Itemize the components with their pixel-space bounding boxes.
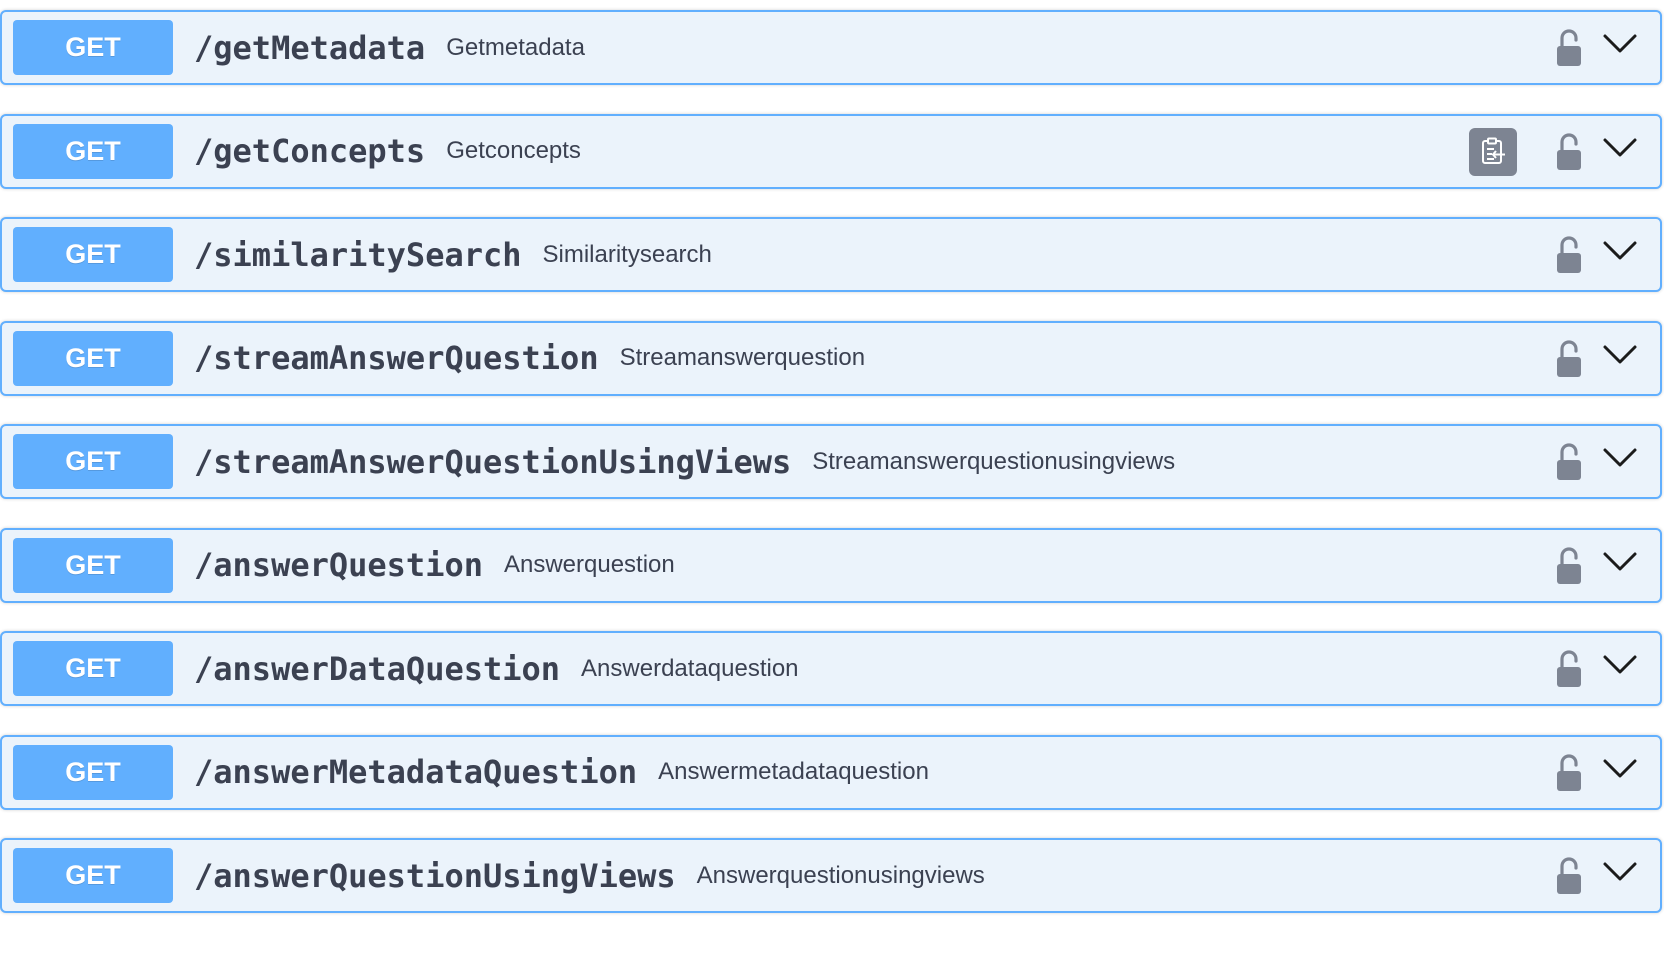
unlocked-padlock-icon[interactable] [1554, 442, 1584, 482]
chevron-down-icon[interactable] [1602, 343, 1638, 367]
method-badge[interactable]: GET [13, 537, 173, 593]
operation-summary: Similaritysearch [542, 240, 712, 268]
unlocked-padlock-icon[interactable] [1554, 546, 1584, 586]
operation-answer-metadata-question[interactable]: GET /answerMetadataQuestion Answermetada… [0, 734, 1662, 810]
chevron-down-icon[interactable] [1602, 446, 1638, 470]
chevron-down-icon[interactable] [1602, 136, 1638, 160]
operation-path[interactable]: /getConcepts [194, 132, 425, 170]
method-badge[interactable]: GET [13, 20, 173, 75]
chevron-down-icon[interactable] [1602, 860, 1638, 884]
operation-path[interactable]: /getMetadata [194, 29, 425, 67]
method-badge[interactable]: GET [13, 848, 173, 903]
method-badge[interactable]: GET [13, 641, 173, 696]
unlocked-padlock-icon[interactable] [1554, 132, 1584, 172]
operation-path[interactable]: /streamAnswerQuestion [194, 339, 599, 377]
operation-get-metadata[interactable]: GET /getMetadata Getmetadata [0, 10, 1662, 85]
operation-similarity-search[interactable]: GET /similaritySearch Similaritysearch [0, 217, 1662, 292]
unlocked-padlock-icon[interactable] [1554, 753, 1584, 793]
operation-path[interactable]: /answerDataQuestion [194, 650, 560, 688]
unlocked-padlock-icon[interactable] [1554, 235, 1584, 275]
unlocked-padlock-icon[interactable] [1554, 339, 1584, 379]
operation-stream-answer-question-using-views[interactable]: GET /streamAnswerQuestionUsingViews Stre… [0, 424, 1662, 499]
operation-answer-question[interactable]: GET /answerQuestion Answerquestion [0, 527, 1662, 603]
clipboard-copy-icon [1482, 137, 1505, 164]
chevron-down-icon[interactable] [1602, 32, 1638, 56]
chevron-down-icon[interactable] [1602, 239, 1638, 263]
operation-path[interactable]: /streamAnswerQuestionUsingViews [194, 443, 791, 481]
operation-summary: Answerdataquestion [581, 654, 799, 682]
operation-summary: Answerquestionusingviews [696, 861, 985, 889]
method-badge[interactable]: GET [13, 123, 173, 179]
method-badge[interactable]: GET [13, 227, 173, 282]
chevron-down-icon[interactable] [1602, 550, 1638, 574]
operation-summary: Answerquestion [503, 551, 675, 578]
method-badge[interactable]: GET [13, 744, 173, 800]
operation-summary: Streamanswerquestionusingviews [812, 447, 1176, 475]
unlocked-padlock-icon[interactable] [1554, 28, 1584, 68]
operation-path[interactable]: /answerQuestion [194, 546, 483, 584]
chevron-down-icon[interactable] [1602, 757, 1638, 781]
chevron-down-icon[interactable] [1602, 653, 1638, 677]
operation-get-concepts[interactable]: GET /getConcepts Getconcepts [0, 113, 1662, 189]
unlocked-padlock-icon[interactable] [1554, 649, 1584, 689]
unlocked-padlock-icon[interactable] [1554, 856, 1584, 896]
operation-answer-question-using-views[interactable]: GET /answerQuestionUsingViews Answerques… [0, 838, 1662, 913]
operation-summary: Streamanswerquestion [619, 344, 866, 371]
operation-stream-answer-question[interactable]: GET /streamAnswerQuestion Streamanswerqu… [0, 320, 1662, 396]
operation-summary: Answermetadataquestion [658, 758, 929, 785]
operation-answer-data-question[interactable]: GET /answerDataQuestion Answerdataquesti… [0, 631, 1662, 706]
copy-to-clipboard-button[interactable] [1469, 127, 1517, 176]
operation-path[interactable]: /answerQuestionUsingViews [194, 857, 676, 895]
method-badge[interactable]: GET [13, 330, 173, 386]
method-badge[interactable]: GET [13, 434, 173, 489]
operation-summary: Getmetadata [446, 33, 585, 61]
operation-path[interactable]: /answerMetadataQuestion [194, 753, 637, 791]
operation-path[interactable]: /similaritySearch [194, 236, 522, 274]
